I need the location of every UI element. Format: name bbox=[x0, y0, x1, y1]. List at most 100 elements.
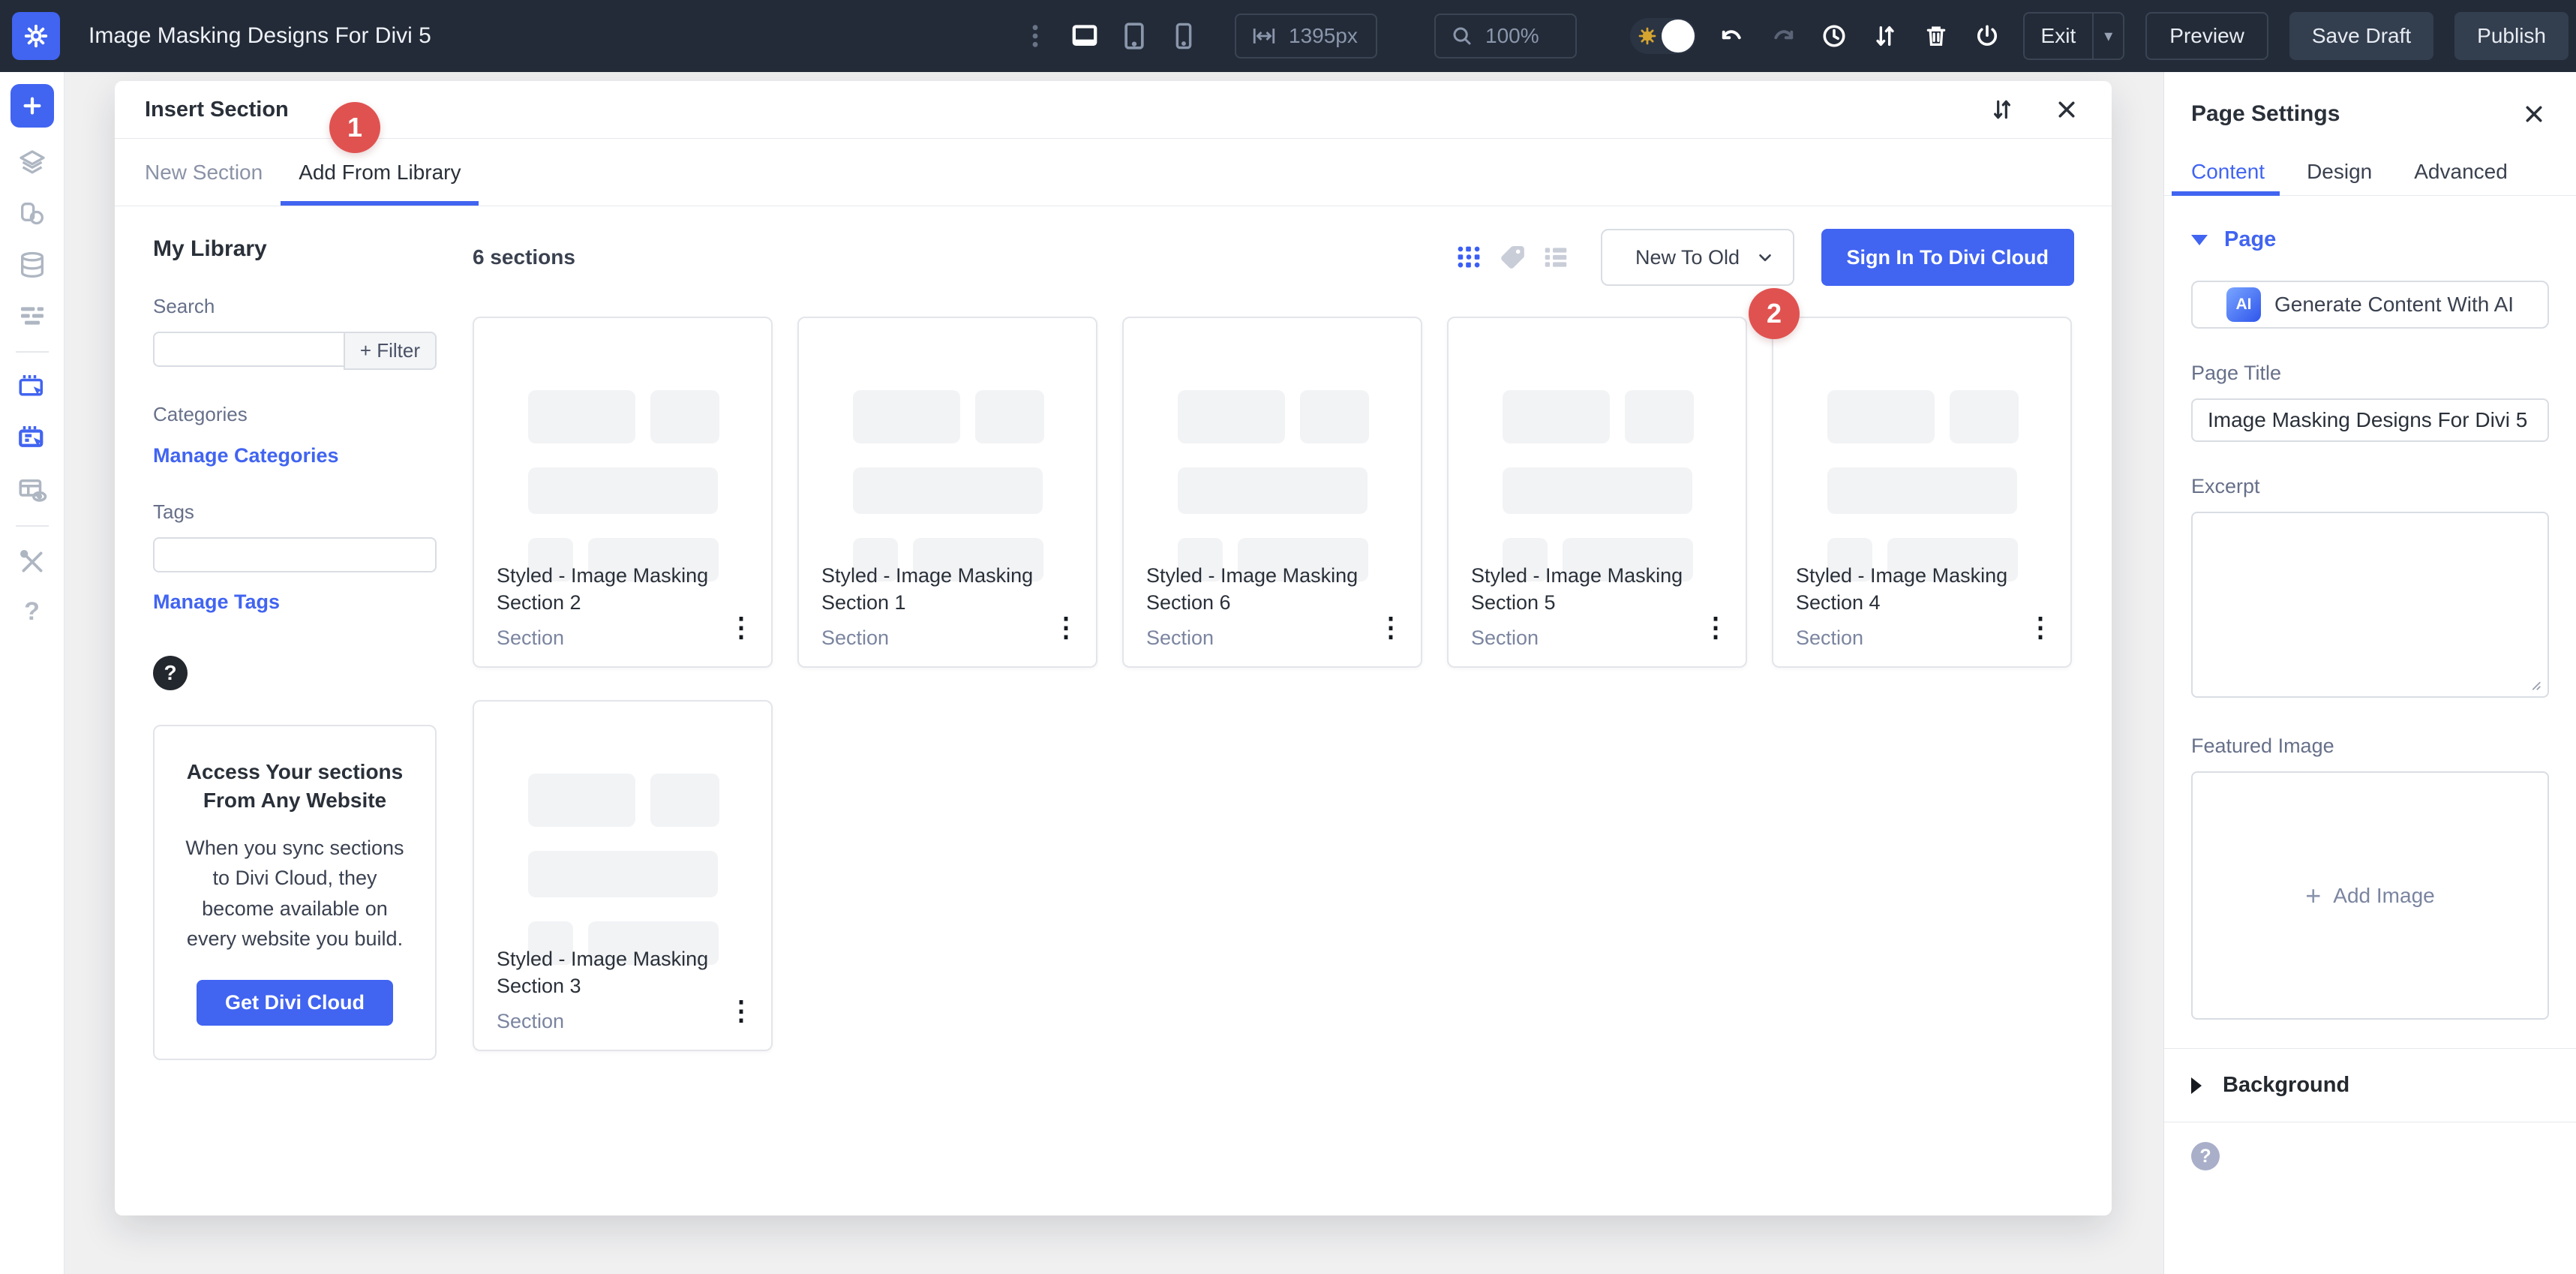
divi-cloud-promo-card: Access Your sections From Any Website Wh… bbox=[153, 725, 437, 1060]
section-card-type: Section bbox=[1796, 626, 2028, 650]
filter-button[interactable]: + Filter bbox=[344, 332, 437, 370]
card-options-menu-icon[interactable]: ⋮ bbox=[728, 614, 755, 641]
featured-image-label: Featured Image bbox=[2191, 735, 2549, 758]
manage-categories-link[interactable]: Manage Categories bbox=[153, 444, 437, 467]
panel-close-icon[interactable] bbox=[2519, 99, 2549, 129]
section-card-title: Styled - Image Masking Section 6 bbox=[1146, 563, 1379, 616]
section-count: 6 sections bbox=[473, 245, 575, 269]
page-group-toggle[interactable]: Page bbox=[2191, 227, 2549, 252]
sign-in-label: Sign In To Divi Cloud bbox=[1847, 246, 2049, 269]
sort-arrows-icon[interactable] bbox=[1870, 21, 1900, 51]
sign-in-divi-cloud-button[interactable]: Sign In To Divi Cloud bbox=[1821, 229, 2074, 286]
page-title-label: Page Title bbox=[2191, 362, 2549, 385]
library-section-card[interactable]: Styled - Image Masking Section 3 Section… bbox=[473, 700, 773, 1051]
filter-label: + Filter bbox=[360, 339, 420, 362]
phone-view-icon[interactable] bbox=[1169, 21, 1199, 51]
background-group-toggle[interactable]: Background bbox=[2191, 1049, 2549, 1122]
tab-label: Add From Library bbox=[299, 161, 461, 185]
preview-button[interactable]: Preview bbox=[2145, 12, 2268, 60]
rail-divider bbox=[16, 525, 49, 527]
generate-content-ai-button[interactable]: AI Generate Content With AI bbox=[2191, 281, 2549, 329]
plus-icon bbox=[21, 95, 44, 117]
tab-new-section[interactable]: New Section bbox=[127, 139, 281, 206]
list-rows-icon[interactable] bbox=[17, 300, 48, 332]
viewport-width-control[interactable]: 1395px bbox=[1235, 14, 1377, 59]
zoom-control[interactable]: 100% bbox=[1434, 14, 1577, 59]
click-preview-icon[interactable] bbox=[17, 372, 48, 404]
exit-caret-icon[interactable]: ▾ bbox=[2094, 26, 2123, 46]
library-section-card[interactable]: Styled - Image Masking Section 4 Section… bbox=[1772, 317, 2072, 668]
tools-icon[interactable] bbox=[17, 546, 48, 578]
tab-advanced[interactable]: Advanced bbox=[2414, 149, 2508, 195]
chevron-down-icon bbox=[1755, 248, 1775, 267]
rail-divider bbox=[16, 351, 49, 353]
tag-view-icon[interactable] bbox=[1496, 241, 1529, 274]
library-section-card[interactable]: Styled - Image Masking Section 1 Section… bbox=[797, 317, 1097, 668]
page-group-label: Page bbox=[2224, 227, 2276, 252]
modal-sort-icon[interactable] bbox=[1987, 95, 2017, 125]
section-card-title: Styled - Image Masking Section 5 bbox=[1471, 563, 1704, 616]
card-options-menu-icon[interactable]: ⋮ bbox=[728, 997, 755, 1024]
card-options-menu-icon[interactable]: ⋮ bbox=[1702, 614, 1729, 641]
trash-icon[interactable] bbox=[1921, 21, 1951, 51]
history-icon[interactable] bbox=[1819, 21, 1849, 51]
excerpt-label: Excerpt bbox=[2191, 475, 2549, 498]
section-card-title: Styled - Image Masking Section 3 bbox=[497, 946, 729, 999]
sort-order-select[interactable]: New To Old bbox=[1601, 229, 1794, 286]
plus-icon: + bbox=[2305, 882, 2321, 909]
section-card-title: Styled - Image Masking Section 1 bbox=[821, 563, 1054, 616]
tab-add-from-library[interactable]: Add From Library bbox=[281, 139, 479, 206]
publish-button[interactable]: Publish bbox=[2454, 12, 2568, 60]
add-image-dropzone[interactable]: + Add Image bbox=[2191, 771, 2549, 1020]
tab-content[interactable]: Content bbox=[2191, 149, 2265, 195]
click-edit-icon[interactable] bbox=[17, 423, 48, 455]
tab-label: Design bbox=[2307, 160, 2372, 184]
card-options-menu-icon[interactable]: ⋮ bbox=[1377, 614, 1404, 641]
library-section-card[interactable]: Styled - Image Masking Section 6 Section… bbox=[1122, 317, 1422, 668]
skeleton-block bbox=[1827, 390, 1935, 443]
excerpt-textarea[interactable] bbox=[2191, 512, 2549, 698]
skeleton-block bbox=[1178, 390, 1285, 443]
library-toolbar: 6 sections bbox=[473, 229, 2074, 286]
undo-icon[interactable] bbox=[1717, 21, 1747, 51]
card-options-menu-icon[interactable]: ⋮ bbox=[2027, 614, 2054, 641]
library-section-card[interactable]: Styled - Image Masking Section 5 Section… bbox=[1447, 317, 1747, 668]
manage-tags-link[interactable]: Manage Tags bbox=[153, 590, 437, 614]
builder-left-rail: ? bbox=[0, 72, 65, 1274]
builder-mode-toggle[interactable] bbox=[1630, 18, 1696, 54]
database-icon[interactable] bbox=[17, 249, 48, 281]
redo-icon[interactable] bbox=[1768, 21, 1798, 51]
library-help-icon[interactable]: ? bbox=[153, 656, 188, 690]
resize-handle-icon[interactable] bbox=[2528, 678, 2541, 691]
grid-view-icon[interactable] bbox=[1452, 241, 1485, 274]
panel-help-icon[interactable]: ? bbox=[2191, 1142, 2220, 1170]
add-module-button[interactable] bbox=[11, 84, 54, 128]
design-presets-icon[interactable] bbox=[17, 198, 48, 230]
skeleton-block bbox=[528, 774, 635, 827]
tags-input[interactable] bbox=[153, 537, 437, 572]
get-divi-cloud-button[interactable]: Get Divi Cloud bbox=[197, 980, 393, 1026]
page-title-input[interactable] bbox=[2191, 398, 2549, 442]
tab-design[interactable]: Design bbox=[2307, 149, 2372, 195]
tablet-view-icon[interactable] bbox=[1119, 21, 1149, 51]
wireframe-view-icon[interactable] bbox=[17, 474, 48, 506]
close-icon[interactable] bbox=[2052, 95, 2082, 125]
tags-label: Tags bbox=[153, 500, 437, 524]
card-options-menu-icon[interactable]: ⋮ bbox=[1052, 614, 1079, 641]
more-options-icon[interactable] bbox=[1020, 21, 1050, 51]
exit-button[interactable]: Exit ▾ bbox=[2023, 12, 2125, 60]
desktop-view-icon[interactable] bbox=[1070, 21, 1100, 51]
layers-icon[interactable] bbox=[17, 147, 48, 179]
panel-title: Page Settings bbox=[2191, 101, 2519, 127]
search-input[interactable] bbox=[153, 332, 344, 367]
preview-label: Preview bbox=[2169, 24, 2244, 48]
help-icon[interactable]: ? bbox=[24, 597, 40, 626]
list-view-icon[interactable] bbox=[1539, 241, 1572, 274]
page-settings-gear-button[interactable] bbox=[12, 12, 60, 60]
caret-right-icon bbox=[2191, 1077, 2202, 1094]
cloud-card-heading: Access Your sections From Any Website bbox=[176, 758, 414, 815]
skeleton-block bbox=[1827, 467, 2017, 514]
save-draft-button[interactable]: Save Draft bbox=[2289, 12, 2433, 60]
library-section-card[interactable]: Styled - Image Masking Section 2 Section… bbox=[473, 317, 773, 668]
portability-icon[interactable] bbox=[1972, 21, 2002, 51]
